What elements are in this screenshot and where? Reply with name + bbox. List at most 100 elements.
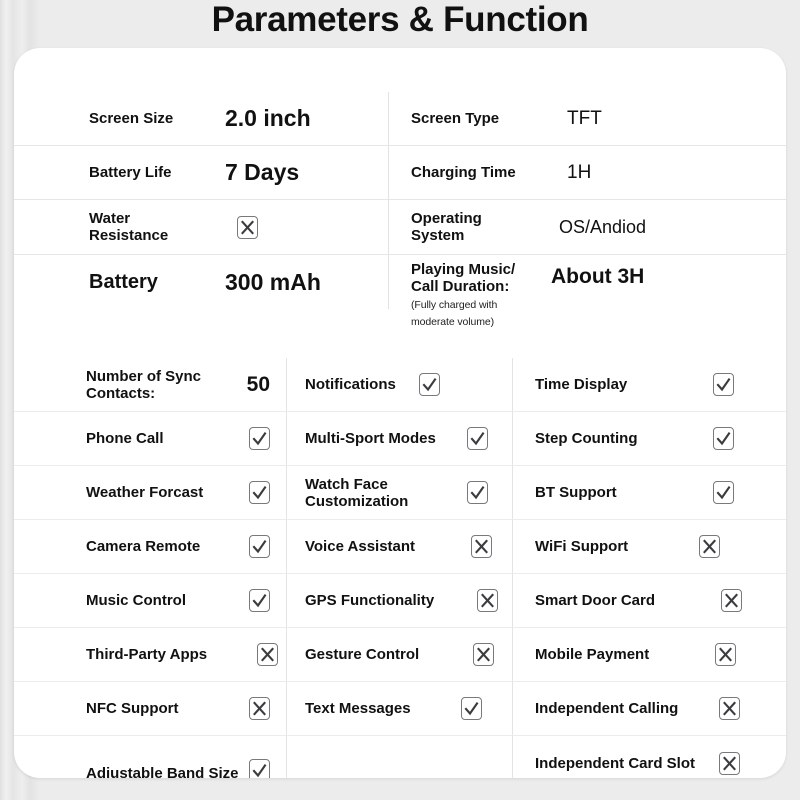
x-icon: [237, 215, 258, 239]
check-icon: [249, 481, 270, 504]
check-icon: [467, 427, 488, 450]
spec-note: (Fully charged with moderate volume): [411, 299, 498, 328]
spec-label: Operating System: [411, 210, 482, 244]
feature-cell-wifi-support: WiFi Support: [512, 520, 786, 574]
feature-row: Phone Call Multi-Sport Modes Step Counti…: [14, 412, 786, 466]
check-icon: [713, 373, 734, 396]
check-icon: [249, 759, 270, 778]
feature-label: Weather Forcast: [86, 484, 204, 501]
feature-cell-phone-call: Phone Call: [14, 412, 286, 466]
feature-cell-multi-sport-modes: Multi-Sport Modes: [286, 412, 512, 466]
feature-label: Watch Face Customization: [305, 475, 409, 510]
check-icon: [249, 535, 270, 558]
feature-row: Third-Party Apps Gesture Control Mobile …: [14, 628, 786, 682]
spec-label: Charging Time: [411, 164, 516, 181]
spec-row: Screen Size 2.0 inch Screen Type TFT: [14, 92, 786, 146]
x-icon: [477, 589, 498, 612]
feature-label: NFC Support: [86, 700, 179, 717]
x-icon: [699, 535, 720, 558]
spec-cell-battery: Battery 300 mAh: [14, 255, 388, 309]
specifications-section: Screen Size 2.0 inch Screen Type TFT Bat…: [14, 92, 786, 328]
feature-cell-mobile-payment: Mobile Payment: [512, 628, 786, 682]
feature-row: NFC Support Text Messages Independent Ca…: [14, 682, 786, 736]
feature-label: Independent Card Slot: [535, 754, 696, 772]
feature-cell-gesture-control: Gesture Control: [286, 628, 512, 682]
feature-label: Adjustable Band Size: [86, 765, 239, 778]
spec-cell-charging-time: Charging Time 1H: [388, 146, 786, 200]
spec-cell-screen-type: Screen Type TFT: [388, 92, 786, 146]
x-icon: [249, 697, 270, 720]
spec-value: OS/Andiod: [559, 216, 647, 237]
check-icon: [419, 373, 440, 396]
feature-label: Third-Party Apps: [86, 646, 208, 663]
spec-value: 7 Days: [225, 159, 300, 185]
feature-cell-adjustable-band-size: Adjustable Band Size: [14, 736, 286, 778]
check-icon: [467, 481, 488, 504]
spec-cell-screen-size: Screen Size 2.0 inch: [14, 92, 388, 146]
feature-label: WiFi Support: [535, 538, 629, 555]
x-icon: [715, 643, 736, 666]
spec-cell-battery-life: Battery Life 7 Days: [14, 146, 388, 200]
spec-row: Battery Life 7 Days Charging Time 1H: [14, 146, 786, 200]
feature-cell-smart-door-card: Smart Door Card: [512, 574, 786, 628]
spec-label: Screen Type: [411, 110, 500, 127]
feature-cell-weather-forcast: Weather Forcast: [14, 466, 286, 520]
spec-value: 1H: [567, 161, 592, 183]
feature-row: Adjustable Band Size Independent Card Sl…: [14, 736, 786, 778]
feature-cell-voice-assistant: Voice Assistant: [286, 520, 512, 574]
feature-label: Step Counting: [535, 430, 638, 447]
feature-label: Phone Call: [86, 430, 164, 447]
feature-label: Smart Door Card: [535, 592, 656, 609]
feature-cell-notifications: Notifications: [286, 358, 512, 412]
x-icon: [471, 535, 492, 558]
check-icon: [713, 427, 734, 450]
spec-cell-playing-music-call-duration: Playing Music/ Call Duration: (Fully cha…: [388, 255, 786, 328]
feature-label: Notifications: [305, 376, 396, 393]
feature-cell-sync-contacts: Number of Sync Contacts: 50: [14, 358, 286, 412]
spec-cell-water-resistance: Water Resistance: [14, 200, 388, 255]
feature-label: Camera Remote: [86, 538, 201, 555]
feature-cell-text-messages: Text Messages: [286, 682, 512, 736]
spec-cell-operating-system: Operating System OS/Andiod: [388, 200, 786, 255]
feature-row: Music Control GPS Functionality Smart Do…: [14, 574, 786, 628]
spec-label: Playing Music/ Call Duration: (Fully cha…: [411, 261, 529, 331]
feature-label: Music Control: [86, 592, 186, 609]
spec-value: 2.0 inch: [225, 105, 311, 131]
feature-cell-gps-functionality: GPS Functionality: [286, 574, 512, 628]
feature-cell-empty: [286, 736, 512, 778]
spec-row: Battery 300 mAh Playing Music/ Call Dura…: [14, 255, 786, 328]
features-grid: Number of Sync Contacts: 50 Notification…: [14, 358, 786, 778]
spec-label-text: Playing Music/ Call Duration:: [411, 261, 516, 295]
feature-value: 50: [246, 372, 270, 396]
spec-row: Water Resistance Operating System OS/And…: [14, 200, 786, 255]
feature-row: Weather Forcast Watch Face Customization…: [14, 466, 786, 520]
x-icon: [257, 643, 278, 666]
x-icon: [719, 751, 740, 775]
feature-label: Text Messages: [305, 700, 411, 717]
feature-cell-independent-card-slot: Independent Card Slot: [512, 736, 786, 778]
check-icon: [713, 481, 734, 504]
spec-value: 300 mAh: [225, 268, 321, 295]
check-icon: [461, 697, 482, 720]
feature-label: Multi-Sport Modes: [305, 430, 436, 447]
check-icon: [249, 589, 270, 612]
feature-cell-music-control: Music Control: [14, 574, 286, 628]
feature-cell-time-display: Time Display: [512, 358, 786, 412]
page-title: Parameters & Function: [211, 0, 589, 39]
feature-cell-bt-support: BT Support: [512, 466, 786, 520]
feature-cell-step-counting: Step Counting: [512, 412, 786, 466]
feature-cell-camera-remote: Camera Remote: [14, 520, 286, 574]
feature-label: Time Display: [535, 376, 628, 393]
spec-value: About 3H: [551, 265, 645, 288]
spec-value: TFT: [567, 107, 602, 129]
feature-cell-third-party-apps: Third-Party Apps: [14, 628, 286, 682]
feature-cell-nfc-support: NFC Support: [14, 682, 286, 736]
feature-label: Independent Calling: [535, 700, 679, 717]
feature-label: Voice Assistant: [305, 538, 416, 555]
x-icon: [721, 589, 742, 612]
spec-label: Battery Life: [89, 164, 172, 181]
x-icon: [473, 643, 494, 666]
spec-sheet-page: Parameters & Function Screen Size 2.0 in…: [0, 0, 800, 800]
feature-label: Gesture Control: [305, 646, 420, 663]
feature-cell-watch-face-customization: Watch Face Customization: [286, 466, 512, 520]
